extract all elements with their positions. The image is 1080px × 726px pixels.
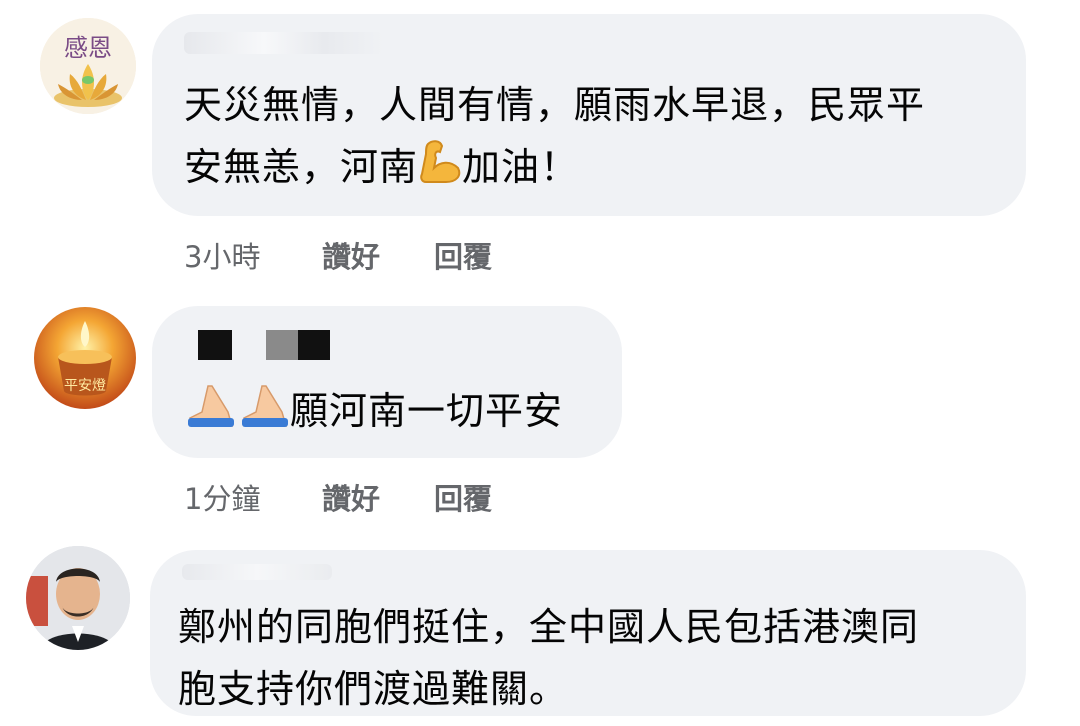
commenter-name-redacted bbox=[182, 564, 332, 580]
avatar-label: 感恩 bbox=[64, 34, 112, 62]
comment-timestamp: 3小時 bbox=[184, 240, 261, 274]
like-button[interactable]: 讚好 bbox=[322, 234, 380, 276]
comment-text-segment: 加油！ bbox=[462, 145, 580, 189]
redaction-block bbox=[266, 330, 298, 360]
avatar[interactable] bbox=[26, 546, 130, 650]
folded-hands-icon bbox=[182, 382, 290, 446]
redaction-block bbox=[298, 330, 330, 360]
comment-text-line: 鄭州的同胞們挺住，全中國人民包括港澳同 bbox=[178, 605, 920, 649]
comment-text-segment: 願河南一切平安 bbox=[290, 389, 564, 433]
avatar-label: 平安燈 bbox=[64, 378, 106, 394]
comment-timestamp: 1分鐘 bbox=[184, 482, 261, 516]
comment-text-segment: 安無恙，河南 bbox=[184, 145, 419, 189]
comment-bubble: 願河南一切平安 bbox=[152, 306, 622, 458]
avatar[interactable]: 平安燈 bbox=[34, 307, 136, 409]
comment-text: 鄭州的同胞們挺住，全中國人民包括港澳同 胞支持你們渡過難關。 bbox=[178, 596, 1018, 720]
reply-button[interactable]: 回覆 bbox=[434, 234, 492, 276]
commenter-name-redacted bbox=[184, 32, 384, 54]
avatar[interactable]: 感恩 bbox=[40, 18, 136, 114]
reply-button[interactable]: 回覆 bbox=[434, 476, 492, 518]
comment-text-line: 胞支持你們渡過難關。 bbox=[178, 667, 569, 711]
flexed-biceps-icon bbox=[418, 138, 462, 202]
comment-actions: 3小時 讚好 回覆 bbox=[184, 234, 584, 274]
comment-bubble: 鄭州的同胞們挺住，全中國人民包括港澳同 胞支持你們渡過難關。 bbox=[150, 550, 1026, 716]
comment-text: 願河南一切平安 bbox=[182, 380, 563, 446]
comment-text-line: 安無恙，河南 加油！ bbox=[184, 136, 1014, 202]
redaction-block bbox=[198, 330, 232, 360]
profile-photo-icon bbox=[26, 546, 130, 650]
comment-bubble: 天災無情，人間有情，願雨水早退，民眾平 安無恙，河南 加油！ bbox=[152, 14, 1026, 216]
comment-text-line: 天災無情，人間有情，願雨水早退，民眾平 bbox=[184, 83, 926, 127]
comment-actions: 1分鐘 讚好 回覆 bbox=[184, 476, 584, 516]
comment-text: 天災無情，人間有情，願雨水早退，民眾平 安無恙，河南 加油！ bbox=[184, 74, 1014, 202]
like-button[interactable]: 讚好 bbox=[322, 476, 380, 518]
